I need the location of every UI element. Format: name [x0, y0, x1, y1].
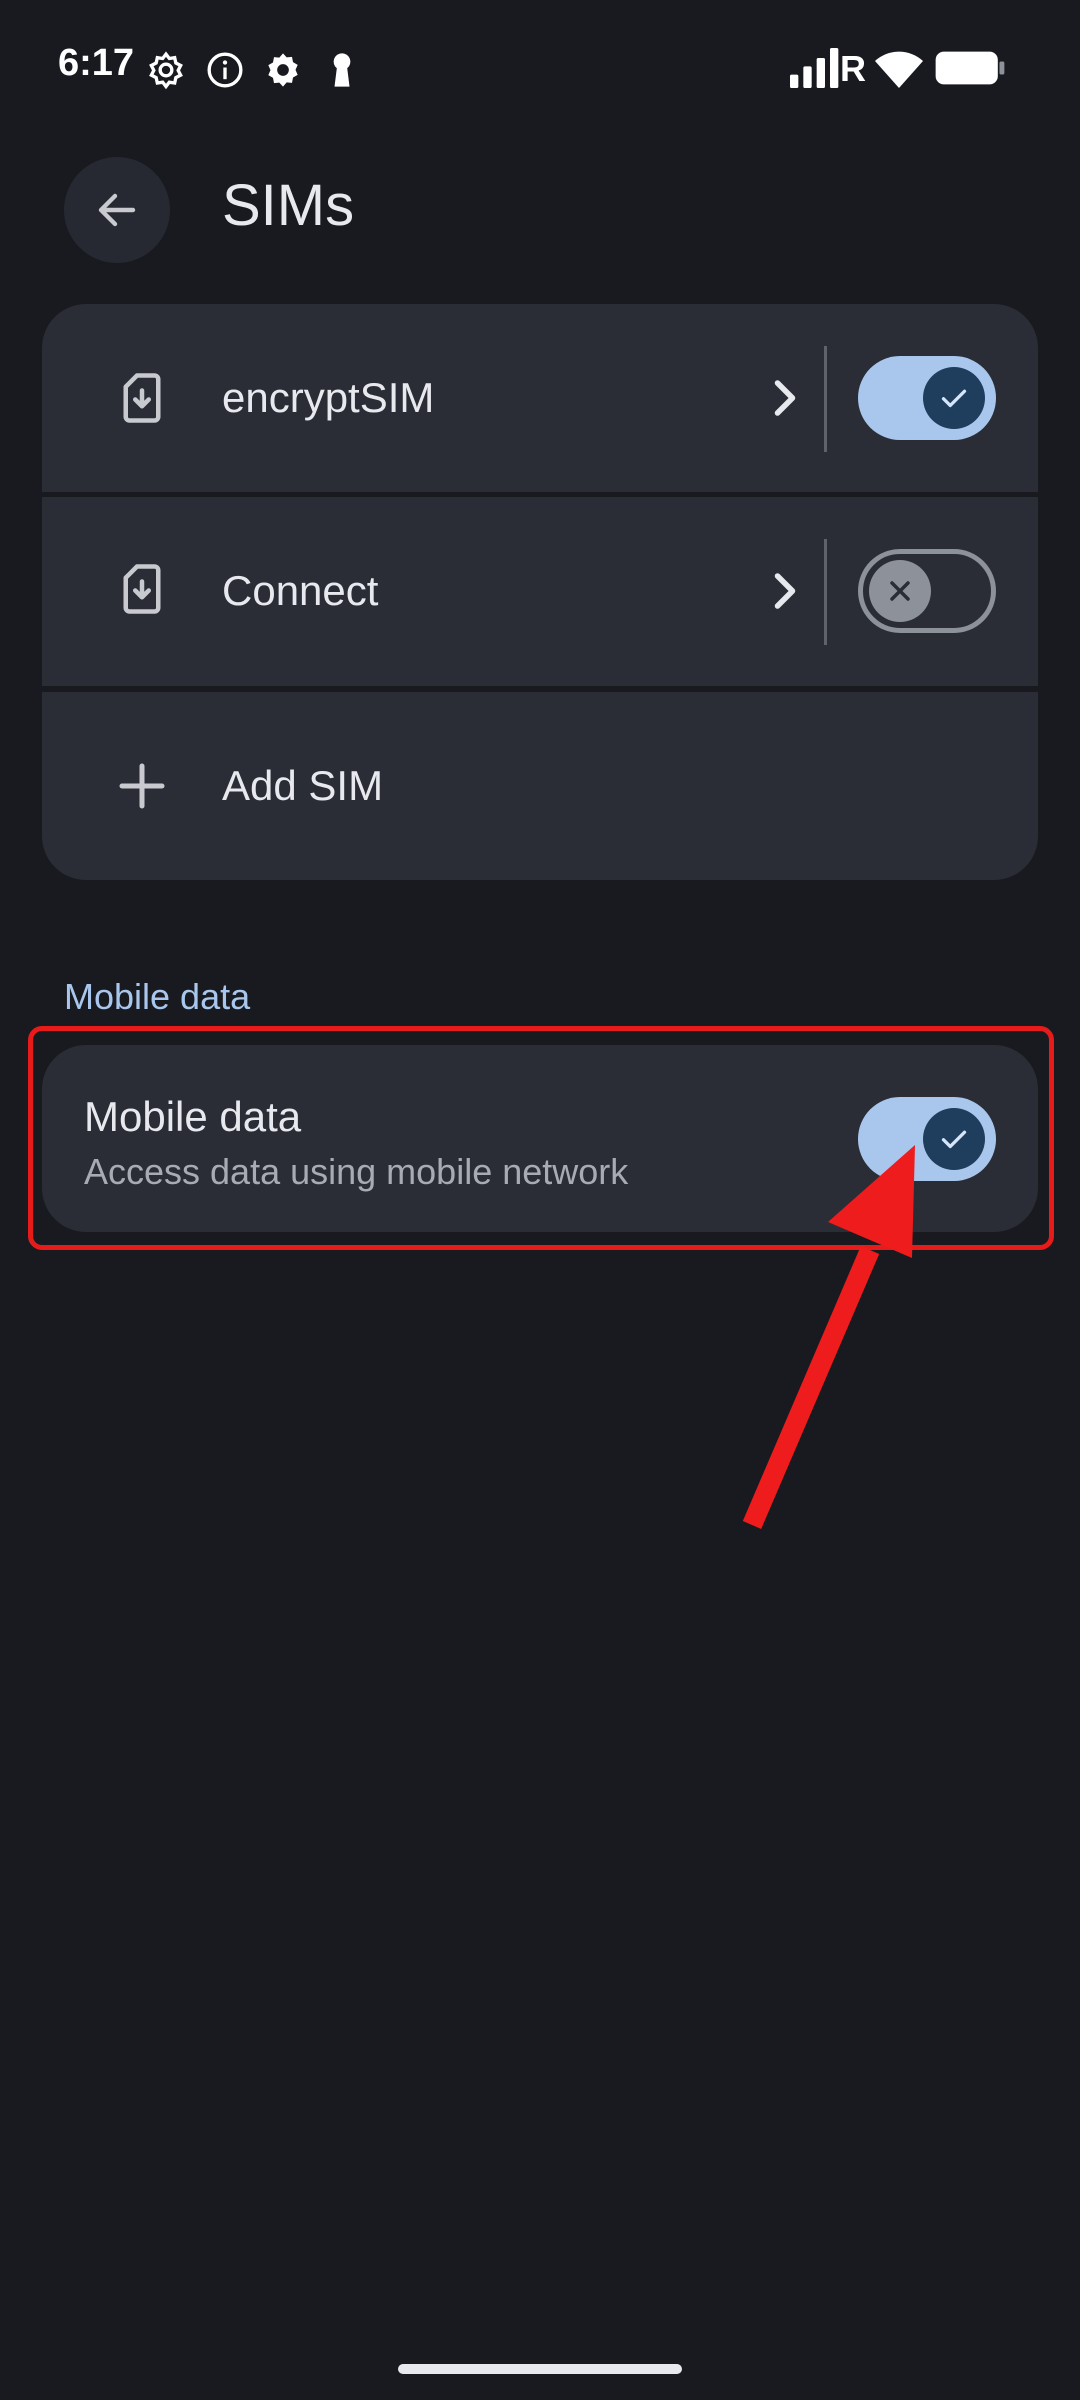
sim-item-connect[interactable]: Connect	[42, 497, 1038, 686]
add-sim-label: Add SIM	[222, 762, 384, 809]
settings-gear-icon	[149, 51, 183, 90]
sim-name: Connect	[222, 567, 379, 614]
back-button[interactable]	[64, 157, 170, 263]
sim-name: encryptSIM	[222, 374, 435, 421]
battery-icon	[935, 51, 1005, 85]
keyhole-icon	[333, 53, 351, 87]
sim-download-icon	[123, 373, 161, 423]
sim-toggle-connect[interactable]	[858, 549, 996, 633]
add-sim-button[interactable]: Add SIM	[42, 692, 1038, 880]
divider	[824, 539, 827, 645]
toggle-knob	[869, 560, 931, 622]
chevron-right-icon	[774, 380, 796, 416]
sim-toggle-encryptsim[interactable]	[858, 356, 996, 440]
plus-icon	[119, 763, 165, 809]
page-title: SIMs	[222, 173, 355, 238]
signal-icon	[790, 48, 839, 88]
annotation-arrow	[742, 1145, 915, 1529]
roaming-indicator: R	[840, 48, 866, 89]
home-indicator[interactable]	[398, 2364, 682, 2374]
section-title-mobile-data: Mobile data	[64, 976, 251, 1017]
settings-icon	[268, 53, 298, 87]
arrow-left-icon	[98, 193, 136, 227]
check-icon	[941, 389, 967, 408]
status-bar: 6:17 R	[0, 0, 1080, 140]
status-time: 6:17	[58, 42, 135, 84]
sim-item-encryptsim[interactable]: encryptSIM	[42, 304, 1038, 492]
wifi-icon	[875, 51, 923, 88]
chevron-right-icon	[774, 573, 796, 609]
sim-download-icon	[123, 564, 161, 614]
info-icon	[207, 52, 243, 88]
divider	[824, 346, 827, 452]
close-icon	[890, 581, 910, 601]
toggle-knob	[923, 367, 985, 429]
